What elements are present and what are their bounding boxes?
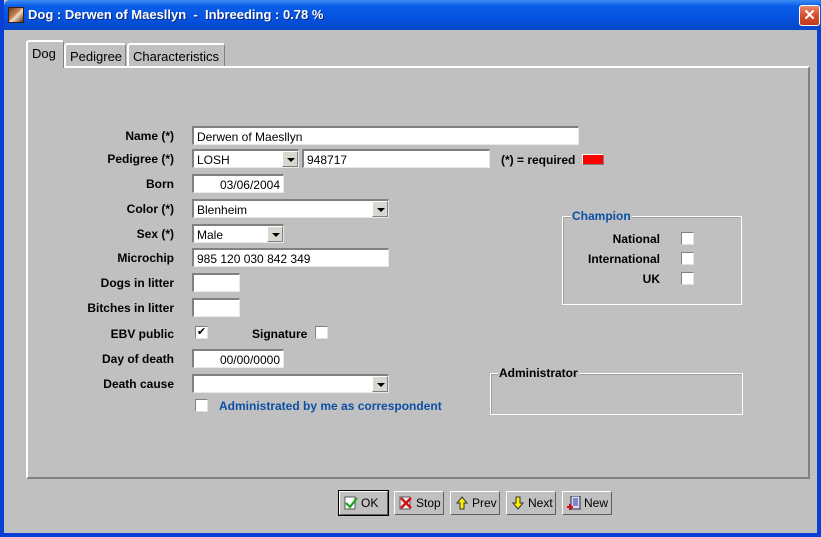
dogs-in-litter-label: Dogs in litter	[100, 276, 174, 290]
tab-label: Dog	[32, 46, 56, 61]
chevron-down-icon[interactable]	[372, 201, 388, 217]
pedigree-number-input[interactable]: 948717	[302, 149, 490, 168]
name-label: Name (*)	[125, 129, 174, 143]
required-color-swatch	[582, 154, 604, 165]
name-input[interactable]: Derwen of Maesllyn	[192, 126, 579, 145]
administrated-checkbox[interactable]	[195, 399, 208, 412]
pedigree-registry-select[interactable]: LOSH	[192, 149, 299, 168]
prev-label: Prev	[472, 496, 497, 510]
champion-uk-label: UK	[642, 272, 660, 286]
chevron-down-icon[interactable]	[372, 376, 388, 392]
title-bar: Dog : Derwen of Maesllyn - Inbreeding : …	[4, 0, 821, 30]
champion-international-checkbox[interactable]	[681, 252, 694, 265]
champion-national-label: National	[612, 232, 660, 246]
tab-dog[interactable]: Dog	[26, 40, 64, 68]
pedigree-registry-value: LOSH	[197, 153, 230, 167]
chevron-down-icon[interactable]	[282, 151, 298, 167]
death-cause-select[interactable]	[192, 374, 389, 393]
close-button[interactable]: ✕	[799, 5, 820, 26]
bitches-in-litter-label: Bitches in litter	[87, 301, 174, 315]
arrow-down-icon	[511, 496, 525, 510]
born-label: Born	[146, 177, 174, 191]
microchip-label: Microchip	[117, 251, 174, 265]
color-label: Color (*)	[126, 202, 174, 216]
new-button[interactable]: New	[562, 491, 612, 515]
born-date-input[interactable]: 03/06/2004	[192, 174, 284, 193]
new-label: New	[584, 496, 609, 510]
stop-label: Stop	[416, 496, 441, 510]
microchip-input[interactable]: 985 120 030 842 349	[192, 248, 389, 267]
checkmark-icon: ✔	[196, 326, 207, 338]
signature-label: Signature	[252, 327, 308, 341]
pedigree-label: Pedigree (*)	[107, 152, 174, 166]
ok-label: OK	[361, 496, 379, 510]
arrow-up-icon	[455, 496, 469, 510]
dog-window: Dog : Derwen of Maesllyn - Inbreeding : …	[0, 0, 821, 537]
signature-checkbox[interactable]	[315, 326, 328, 339]
champion-national-checkbox[interactable]	[681, 232, 694, 245]
tab-characteristics[interactable]: Characteristics	[127, 43, 225, 67]
tab-label: Pedigree	[70, 49, 123, 64]
prev-button[interactable]: Prev	[450, 491, 500, 515]
tab-label: Characteristics	[133, 49, 219, 64]
next-button[interactable]: Next	[506, 491, 556, 515]
chevron-down-icon[interactable]	[267, 226, 283, 242]
day-of-death-input[interactable]: 00/00/0000	[192, 349, 284, 368]
sex-value: Male	[197, 228, 224, 242]
champion-international-label: International	[587, 252, 660, 266]
close-icon: ✕	[803, 7, 816, 24]
champion-uk-checkbox[interactable]	[681, 272, 694, 285]
stop-x-icon	[399, 496, 413, 510]
new-document-icon	[567, 495, 581, 510]
color-select[interactable]: Blenheim	[192, 199, 389, 218]
day-of-death-label: Day of death	[101, 352, 174, 366]
champion-title: Champion	[571, 209, 632, 223]
ok-check-icon	[344, 496, 358, 510]
administrator-group: Administrator	[490, 366, 743, 415]
administrated-label[interactable]: Administrated by me as correspondent	[219, 399, 442, 413]
ebv-public-checkbox[interactable]: ✔	[195, 326, 208, 339]
dog-app-icon	[8, 7, 24, 23]
death-cause-label: Death cause	[103, 377, 174, 391]
administrator-title: Administrator	[498, 366, 579, 380]
color-value: Blenheim	[197, 203, 248, 217]
stop-button[interactable]: Stop	[394, 491, 444, 515]
required-note: (*) = required	[501, 153, 576, 167]
next-label: Next	[528, 496, 553, 510]
sex-label: Sex (*)	[136, 227, 174, 241]
bitches-in-litter-input[interactable]	[192, 298, 240, 317]
sex-select[interactable]: Male	[192, 224, 284, 243]
ebv-public-label: EBV public	[110, 327, 174, 341]
dogs-in-litter-input[interactable]	[192, 273, 240, 292]
ok-button[interactable]: OK	[338, 490, 389, 516]
window-title: Dog : Derwen of Maesllyn - Inbreeding : …	[28, 7, 324, 22]
tab-pedigree[interactable]: Pedigree	[64, 43, 126, 67]
